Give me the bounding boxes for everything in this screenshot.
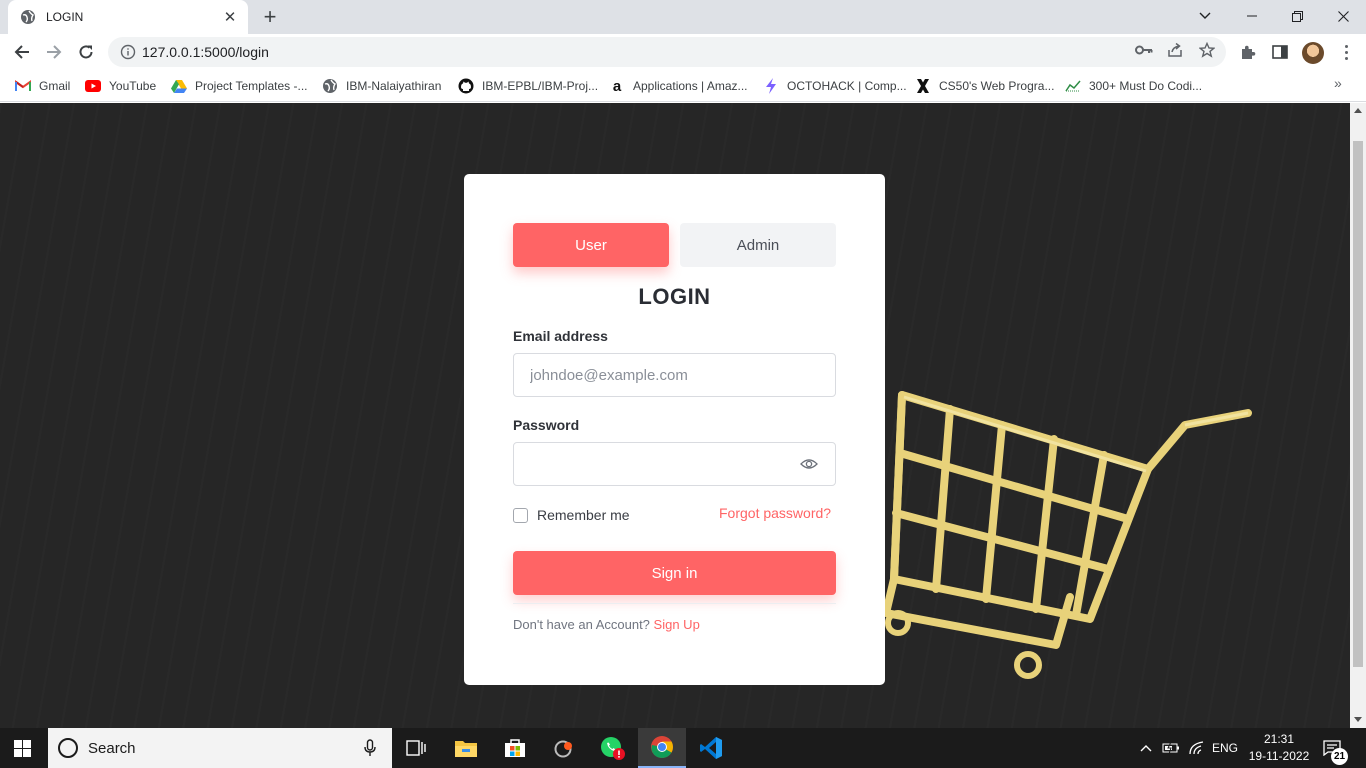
- address-bar[interactable]: 127.0.0.1:5000/login: [108, 37, 1226, 67]
- share-icon[interactable]: [1166, 41, 1184, 59]
- browser-tab-strip: LOGIN ✕ +: [0, 0, 1366, 34]
- signup-row: Don't have an Account? Sign Up: [513, 617, 700, 632]
- admin-role-button[interactable]: Admin: [680, 223, 836, 267]
- more-bookmarks-button[interactable]: »: [1334, 75, 1342, 91]
- chrome-icon[interactable]: [638, 728, 686, 768]
- site-info-icon[interactable]: [120, 44, 136, 60]
- extensions-icon[interactable]: [1238, 42, 1258, 62]
- clock-date: 19-11-2022: [1248, 749, 1310, 763]
- signup-prompt: Don't have an Account?: [513, 617, 650, 632]
- globe-icon: [322, 78, 338, 94]
- octohack-icon: [763, 78, 779, 94]
- scroll-up-icon[interactable]: [1354, 108, 1362, 113]
- shopping-cart-image: [882, 391, 1252, 679]
- login-card: User Admin LOGIN Email address Password …: [464, 174, 885, 685]
- language-indicator[interactable]: ENG: [1212, 728, 1238, 768]
- remember-me-label: Remember me: [537, 507, 630, 523]
- password-field[interactable]: [513, 442, 836, 486]
- bookmark-label: OCTOHACK | Comp...: [787, 79, 907, 93]
- bookmark-label: CS50's Web Progra...: [939, 79, 1055, 93]
- back-icon[interactable]: [8, 38, 36, 66]
- restore-button[interactable]: [1274, 0, 1320, 32]
- media-app-icon[interactable]: [540, 728, 588, 768]
- browser-toolbar: 127.0.0.1:5000/login: [0, 34, 1366, 70]
- file-explorer-icon[interactable]: [442, 728, 490, 768]
- bookmark-cs50[interactable]: CS50's Web Progra...: [915, 76, 1054, 96]
- windows-taskbar: Search ENG 21:31 19-11-2022: [0, 728, 1366, 768]
- user-role-button[interactable]: User: [513, 223, 669, 267]
- browser-tab[interactable]: LOGIN ✕: [8, 0, 248, 34]
- bookmark-star-icon[interactable]: [1198, 41, 1216, 59]
- bookmark-ibm-epbl[interactable]: IBM-EPBL/IBM-Proj...: [458, 76, 598, 96]
- forward-icon[interactable]: [40, 38, 68, 66]
- page-background: User Admin LOGIN Email address Password …: [0, 103, 1350, 728]
- bookmark-label: Gmail: [39, 79, 71, 93]
- google-drive-icon: [171, 78, 187, 94]
- microsoft-store-icon[interactable]: [491, 728, 539, 768]
- bookmark-label: 300+ Must Do Codi...: [1089, 79, 1203, 93]
- password-label: Password: [513, 417, 580, 433]
- bookmark-project-templates[interactable]: Project Templates -...: [171, 76, 308, 96]
- tab-search-chevron-icon[interactable]: [1182, 0, 1228, 32]
- url-text: 127.0.0.1:5000/login: [142, 44, 269, 60]
- sign-up-link[interactable]: Sign Up: [654, 617, 700, 632]
- wifi-icon[interactable]: [1189, 728, 1205, 768]
- remember-me-checkbox[interactable]: [513, 507, 528, 523]
- bookmark-label: YouTube: [109, 79, 157, 93]
- email-field[interactable]: [513, 353, 836, 397]
- bookmark-must-do-coding[interactable]: 300+ Must Do Codi...: [1065, 76, 1202, 96]
- page-title: LOGIN: [638, 284, 711, 309]
- chart-icon: [1065, 78, 1081, 94]
- notification-count-badge: 21: [1331, 748, 1348, 765]
- amazon-icon: a: [612, 77, 622, 95]
- bookmark-octohack[interactable]: OCTOHACK | Comp...: [763, 76, 907, 96]
- search-icon: [58, 738, 78, 758]
- chrome-menu-icon[interactable]: [1336, 42, 1356, 62]
- sign-in-button[interactable]: Sign in: [513, 551, 836, 595]
- remember-me-option[interactable]: Remember me: [513, 507, 630, 523]
- bookmark-label: Applications | Amaz...: [633, 79, 748, 93]
- whatsapp-icon[interactable]: [589, 728, 637, 768]
- bookmark-youtube[interactable]: YouTube: [85, 76, 156, 96]
- show-hidden-icons[interactable]: [1140, 728, 1152, 768]
- vscode-icon[interactable]: [687, 728, 735, 768]
- bookmark-ibm-nalaiyathiran[interactable]: IBM-Nalaiyathiran: [322, 76, 441, 96]
- side-panel-icon[interactable]: [1270, 42, 1290, 62]
- close-tab-icon[interactable]: ✕: [222, 9, 238, 26]
- edx-icon: [915, 78, 931, 94]
- bookmark-amazon[interactable]: a Applications | Amaz...: [609, 76, 748, 96]
- bookmarks-bar: Gmail YouTube Project Templates -... IBM…: [0, 70, 1366, 102]
- taskbar-clock[interactable]: 21:31 19-11-2022: [1246, 731, 1312, 765]
- show-password-icon[interactable]: [800, 457, 818, 471]
- minimize-button[interactable]: [1229, 0, 1275, 32]
- globe-icon: [20, 9, 36, 25]
- new-tab-button[interactable]: +: [258, 6, 282, 28]
- bookmark-gmail[interactable]: Gmail: [15, 76, 70, 96]
- page-scrollbar[interactable]: [1350, 103, 1366, 728]
- tab-title: LOGIN: [46, 10, 84, 24]
- taskbar-search-box[interactable]: Search: [48, 728, 392, 768]
- clock-time: 21:31: [1263, 732, 1295, 746]
- bookmark-label: Project Templates -...: [195, 79, 308, 93]
- search-text: Search: [88, 739, 136, 757]
- key-icon[interactable]: [1135, 41, 1153, 59]
- scroll-down-icon[interactable]: [1354, 717, 1362, 722]
- profile-avatar[interactable]: [1302, 42, 1324, 64]
- forgot-password-link[interactable]: Forgot password?: [719, 505, 831, 521]
- youtube-icon: [85, 78, 101, 94]
- bookmark-label: IBM-EPBL/IBM-Proj...: [482, 79, 599, 93]
- reload-icon[interactable]: [72, 38, 100, 66]
- github-icon: [458, 78, 474, 94]
- gmail-icon: [15, 78, 31, 94]
- windows-start-icon[interactable]: [14, 740, 31, 757]
- close-window-button[interactable]: [1320, 0, 1366, 32]
- divider: [513, 603, 836, 604]
- task-view-icon[interactable]: [392, 728, 440, 768]
- microphone-icon[interactable]: [358, 736, 382, 760]
- battery-icon[interactable]: [1162, 728, 1180, 768]
- bookmark-label: IBM-Nalaiyathiran: [346, 79, 442, 93]
- email-label: Email address: [513, 328, 608, 344]
- scroll-thumb[interactable]: [1353, 141, 1363, 667]
